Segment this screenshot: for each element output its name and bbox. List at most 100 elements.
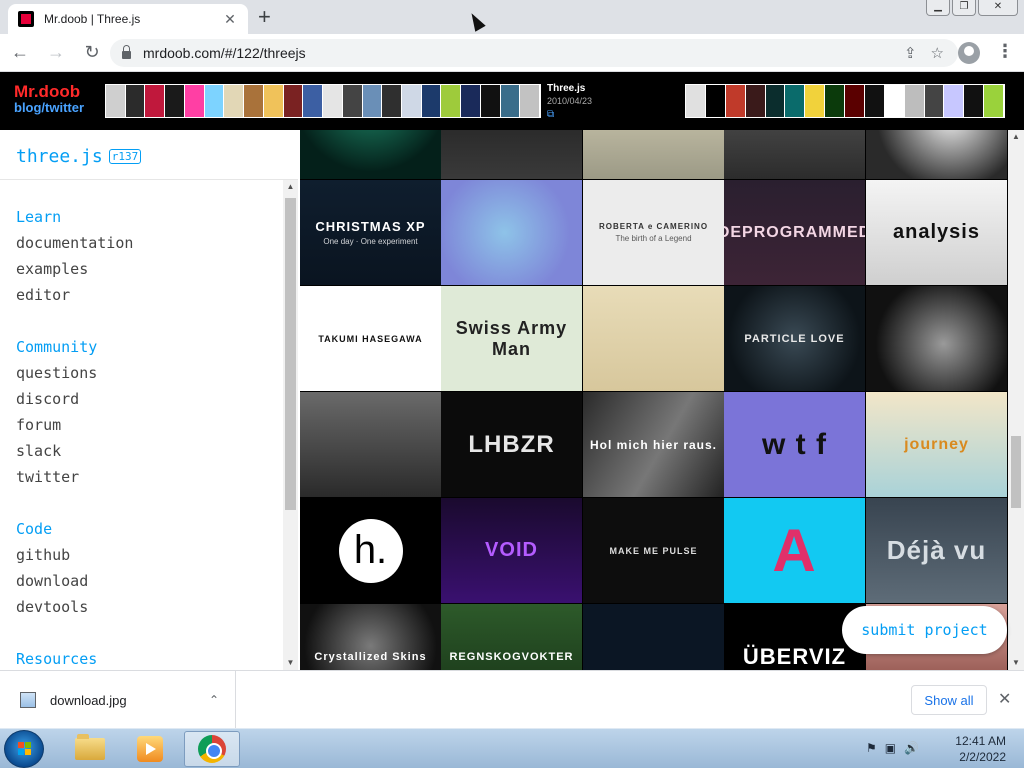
chevron-up-icon[interactable]: ⌃ xyxy=(209,693,219,707)
address-bar[interactable]: mrdoob.com/#/122/threejs ⇪ ☆ xyxy=(110,39,958,67)
project-thumbnail[interactable] xyxy=(825,85,844,117)
project-thumbnail[interactable] xyxy=(480,85,500,117)
project-thumbnail[interactable] xyxy=(500,85,520,117)
project-tile[interactable]: ROBERTA e CAMERINO The birth of a Legend xyxy=(583,180,724,285)
sidebar-link[interactable]: examples xyxy=(16,260,133,286)
reload-button[interactable]: ↻ xyxy=(76,37,108,69)
project-thumbnail[interactable] xyxy=(705,85,725,117)
project-thumbnail[interactable] xyxy=(765,85,785,117)
project-thumbnail[interactable] xyxy=(725,85,745,117)
project-thumbnail[interactable] xyxy=(145,85,165,117)
project-tile[interactable] xyxy=(583,604,724,670)
project-tile[interactable]: A xyxy=(724,498,865,603)
project-tile[interactable]: w t f xyxy=(724,392,865,497)
project-thumbnail[interactable] xyxy=(402,85,421,117)
close-downloads-icon[interactable]: ✕ xyxy=(998,689,1011,709)
lock-icon[interactable] xyxy=(122,45,131,59)
project-thumbnail[interactable] xyxy=(362,85,382,117)
project-thumbnail[interactable] xyxy=(382,85,402,117)
external-link-icon[interactable]: ⧉ xyxy=(547,108,592,121)
sidebar-link[interactable]: editor xyxy=(16,286,133,312)
mrdoob-logo[interactable]: Mr.doob blog/twitter xyxy=(14,83,84,116)
logo-subtitle[interactable]: blog/twitter xyxy=(14,100,84,116)
taskbar-media-player[interactable] xyxy=(122,731,178,767)
project-thumbnail[interactable] xyxy=(165,85,184,117)
show-all-button[interactable]: Show all xyxy=(911,685,987,715)
network-icon[interactable]: ▣ xyxy=(885,741,896,755)
project-thumbnail[interactable] xyxy=(263,85,283,117)
project-thumbnail[interactable] xyxy=(421,85,441,117)
project-tile[interactable]: Hol mich hier raus. xyxy=(583,392,724,497)
project-thumbnail[interactable] xyxy=(224,85,244,117)
project-thumbnail[interactable] xyxy=(845,85,864,117)
browser-tab[interactable]: Mr.doob | Three.js ✕ xyxy=(8,4,248,34)
project-thumbnail[interactable] xyxy=(323,85,342,117)
project-thumbnail[interactable] xyxy=(904,85,924,117)
sidebar-link[interactable]: slack xyxy=(16,442,133,468)
project-thumbnail[interactable] xyxy=(441,85,461,117)
project-tile[interactable]: Swiss Army Man xyxy=(441,286,582,391)
restore-button[interactable]: ❐ xyxy=(952,0,976,16)
project-tile[interactable]: LHBZR xyxy=(441,392,582,497)
project-tile[interactable]: analysis xyxy=(866,180,1007,285)
bookmark-star-icon[interactable]: ☆ xyxy=(931,44,944,62)
page-scrollbar[interactable]: ▲ ▼ xyxy=(1008,130,1024,670)
project-thumbnail[interactable] xyxy=(805,85,825,117)
sidebar-link[interactable]: download xyxy=(16,572,133,598)
project-thumbnail[interactable] xyxy=(461,85,480,117)
project-thumbnail[interactable] xyxy=(106,85,125,117)
project-tile[interactable]: h. xyxy=(300,498,441,603)
download-item[interactable]: download.jpg ⌃ xyxy=(0,671,236,729)
project-tile[interactable] xyxy=(300,392,441,497)
sidebar-link[interactable]: twitter xyxy=(16,468,133,494)
browser-menu-icon[interactable]: ⋮ xyxy=(996,42,1014,60)
sidebar-link[interactable]: discord xyxy=(16,390,133,416)
project-tile[interactable] xyxy=(866,130,1007,179)
project-thumbnail[interactable] xyxy=(342,85,362,117)
project-tile[interactable] xyxy=(441,180,582,285)
close-window-button[interactable]: ✕ xyxy=(978,0,1018,16)
project-tile[interactable]: Crystallized Skins xyxy=(300,604,441,670)
project-tile[interactable]: CHRISTMAS XP One day · One experiment xyxy=(300,180,441,285)
project-thumbnail[interactable] xyxy=(303,85,323,117)
taskbar-explorer[interactable] xyxy=(62,731,118,767)
project-tile[interactable]: Déjà vu xyxy=(866,498,1007,603)
project-thumbnail[interactable] xyxy=(964,85,984,117)
project-thumbnail[interactable] xyxy=(686,85,705,117)
profile-avatar[interactable] xyxy=(958,42,980,64)
volume-icon[interactable]: 🔊 xyxy=(904,741,919,755)
project-thumbnail[interactable] xyxy=(244,85,263,117)
share-icon[interactable]: ⇪ xyxy=(904,44,917,62)
project-tile[interactable]: VOID xyxy=(441,498,582,603)
project-tile[interactable]: MAKE ME PULSE xyxy=(583,498,724,603)
project-tile[interactable] xyxy=(724,130,865,179)
site-title[interactable]: three.js r137 xyxy=(16,146,142,167)
scroll-down-icon[interactable]: ▼ xyxy=(283,656,298,670)
project-tile[interactable]: REGNSKOGVOKTER xyxy=(441,604,582,670)
project-tile[interactable] xyxy=(583,286,724,391)
page-scroll-up-icon[interactable]: ▲ xyxy=(1008,130,1024,144)
project-tile[interactable] xyxy=(300,130,441,179)
project-tile[interactable] xyxy=(583,130,724,179)
project-thumbnail[interactable] xyxy=(204,85,224,117)
sidebar-link[interactable]: devtools xyxy=(16,598,133,624)
sidebar-link[interactable]: documentation xyxy=(16,234,133,260)
new-tab-button[interactable]: + xyxy=(258,6,271,28)
project-thumbnail[interactable] xyxy=(785,85,805,117)
download-file-name[interactable]: download.jpg xyxy=(50,693,209,708)
project-thumbnail[interactable] xyxy=(283,85,303,117)
sidebar-link[interactable]: forum xyxy=(16,416,133,442)
url-text[interactable]: mrdoob.com/#/122/threejs xyxy=(143,45,904,61)
project-thumbnail[interactable] xyxy=(184,85,204,117)
project-tile[interactable]: journey xyxy=(866,392,1007,497)
start-button[interactable] xyxy=(4,730,44,768)
project-thumbnail[interactable] xyxy=(944,85,964,117)
project-tile[interactable]: TAKUMI HASEGAWA xyxy=(300,286,441,391)
scroll-up-icon[interactable]: ▲ xyxy=(283,180,298,194)
page-scroll-thumb[interactable] xyxy=(1011,436,1021,508)
site-title-text[interactable]: three.js xyxy=(16,146,103,167)
logo-title[interactable]: Mr.doob xyxy=(14,83,84,100)
project-thumbnail[interactable] xyxy=(984,85,1003,117)
taskbar-chrome[interactable] xyxy=(184,731,240,767)
forward-button[interactable]: → xyxy=(40,37,72,69)
